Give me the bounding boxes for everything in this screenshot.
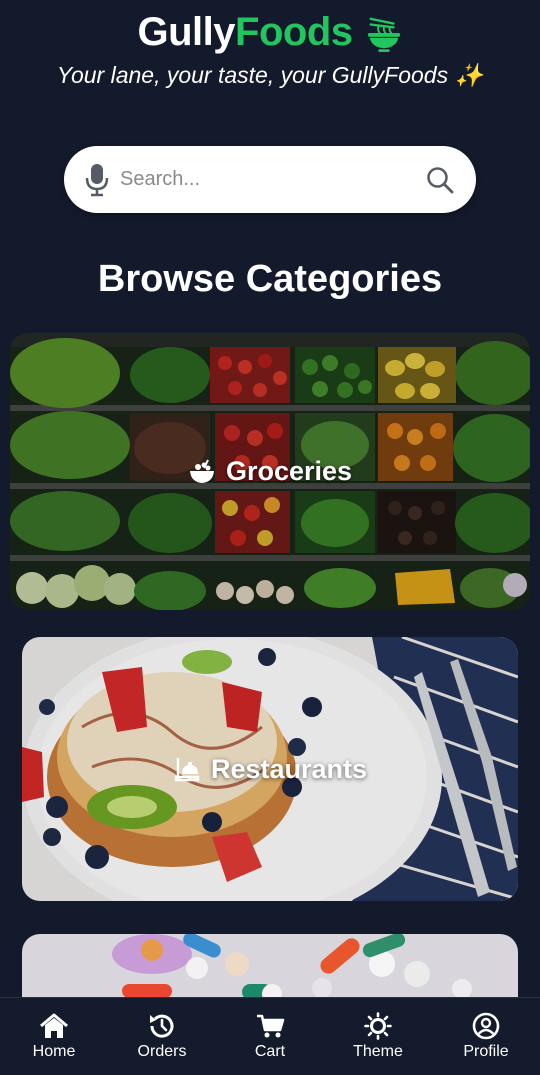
cart-icon [257, 1014, 285, 1038]
search-input[interactable] [120, 168, 426, 191]
nav-cart[interactable]: Cart [220, 1012, 320, 1061]
brand-logo: GullyFoods [0, 10, 540, 55]
microphone-icon[interactable] [84, 163, 110, 197]
sun-icon [364, 1012, 392, 1040]
nav-orders[interactable]: Orders [112, 1012, 212, 1061]
brand-part-gully: Gully [137, 10, 236, 54]
app-screen: GullyFoods Your lane, your taste, your G… [0, 0, 540, 1075]
category-card-groceries[interactable]: Groceries [10, 333, 530, 610]
brand-part-foods: Foods [235, 10, 353, 54]
noodle-bowl-icon [367, 17, 400, 52]
category-card-restaurants[interactable]: Restaurants [22, 637, 518, 901]
nav-label: Orders [137, 1043, 187, 1060]
nav-label: Home [32, 1043, 76, 1060]
category-name: Restaurants [210, 753, 368, 784]
nav-label: Theme [353, 1043, 403, 1060]
nav-theme[interactable]: Theme [328, 1012, 428, 1061]
nav-profile[interactable]: Profile [436, 1012, 536, 1061]
bottom-navigation: Home Orders Cart Theme Profile [0, 997, 540, 1075]
salad-bowl-icon [189, 459, 214, 483]
chef-hat-icon [174, 758, 200, 782]
tagline: Your lane, your taste, your GullyFoods ✨ [56, 62, 484, 88]
search-bar[interactable] [64, 146, 476, 213]
search-icon[interactable] [426, 166, 454, 194]
category-name: Groceries [225, 456, 353, 486]
brand-wordmark: GullyFoods [137, 10, 353, 55]
category-label-groceries[interactable]: Groceries [188, 456, 352, 487]
nav-home[interactable]: Home [4, 1012, 104, 1061]
category-label-restaurants[interactable]: Restaurants [173, 754, 367, 785]
user-circle-icon [472, 1012, 500, 1040]
history-icon [150, 1014, 174, 1038]
nav-label: Profile [463, 1043, 509, 1060]
home-icon [40, 1013, 68, 1038]
nav-label: Cart [254, 1043, 286, 1060]
section-title: Browse Categories [97, 258, 443, 300]
